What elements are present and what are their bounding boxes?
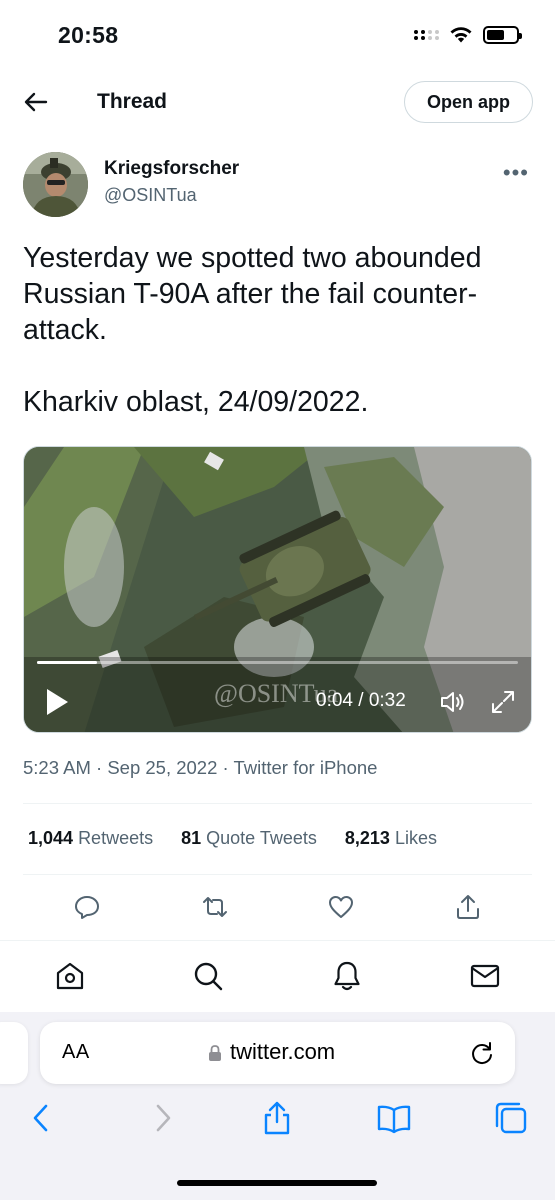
- video-progress-track[interactable]: [37, 661, 518, 664]
- fullscreen-icon[interactable]: [490, 689, 516, 715]
- reader-settings-button[interactable]: AA: [62, 1041, 90, 1064]
- back-arrow-icon[interactable]: [22, 88, 50, 116]
- video-time: 0:04 / 0:32: [316, 690, 406, 711]
- bookmarks-icon[interactable]: [376, 1100, 412, 1136]
- status-icons: [414, 26, 522, 44]
- battery-icon: [483, 26, 522, 44]
- share-icon[interactable]: [259, 1100, 295, 1136]
- notifications-icon[interactable]: [331, 960, 363, 992]
- play-icon[interactable]: [44, 687, 70, 717]
- tweet-stats: 1,044 Retweets 81 Quote Tweets 8,213 Lik…: [28, 828, 437, 849]
- tweet-paragraph: Yesterday we spotted two abounded Russia…: [23, 242, 482, 346]
- divider: [23, 803, 532, 804]
- previous-tab-card[interactable]: [0, 1022, 28, 1084]
- home-indicator: [177, 1180, 377, 1186]
- more-options-icon[interactable]: •••: [503, 160, 529, 186]
- retweets-stat[interactable]: 1,044 Retweets: [28, 828, 153, 849]
- quote-tweets-stat[interactable]: 81 Quote Tweets: [181, 828, 317, 849]
- tweet-text: Yesterday we spotted two abounded Russia…: [23, 240, 543, 420]
- tweet-author: Kriegsforscher @OSINTua •••: [23, 152, 533, 218]
- status-time: 20:58: [58, 22, 119, 48]
- page-title: Thread: [97, 90, 168, 113]
- author-name[interactable]: Kriegsforscher: [104, 158, 239, 180]
- lock-icon: [209, 1045, 221, 1061]
- avatar[interactable]: [23, 152, 88, 217]
- status-bar: 20:58: [0, 0, 555, 72]
- tweet-actions: [0, 893, 555, 923]
- retweet-icon[interactable]: [201, 893, 229, 921]
- video-progress-fill: [37, 661, 98, 664]
- cellular-signal-icon: [414, 30, 439, 40]
- author-handle[interactable]: @OSINTua: [104, 185, 197, 206]
- safari-toolbar: AA twitter.com: [0, 1012, 555, 1200]
- app-tab-bar: [0, 940, 555, 1012]
- volume-icon[interactable]: [439, 690, 467, 714]
- tweet-paragraph: Kharkiv oblast, 24/09/2022.: [23, 386, 369, 418]
- video-player[interactable]: @OSINTua 0:04 / 0:32: [23, 446, 532, 733]
- likes-stat[interactable]: 8,213 Likes: [345, 828, 437, 849]
- thread-header: Thread Open app: [0, 78, 555, 128]
- home-icon[interactable]: [54, 960, 86, 992]
- search-icon[interactable]: [192, 960, 224, 992]
- forward-icon[interactable]: [144, 1100, 180, 1136]
- share-icon[interactable]: [454, 893, 482, 921]
- reload-icon[interactable]: [469, 1040, 495, 1066]
- wifi-icon: [450, 27, 472, 43]
- address-bar[interactable]: AA twitter.com: [40, 1022, 515, 1084]
- tweet-timestamp[interactable]: 5:23 AM · Sep 25, 2022 · Twitter for iPh…: [23, 757, 377, 779]
- reply-icon[interactable]: [73, 893, 101, 921]
- back-icon[interactable]: [24, 1100, 60, 1136]
- open-app-button[interactable]: Open app: [404, 81, 533, 123]
- divider: [23, 874, 532, 875]
- like-icon[interactable]: [327, 893, 355, 921]
- messages-icon[interactable]: [469, 960, 501, 992]
- tabs-icon[interactable]: [493, 1100, 529, 1136]
- url-text[interactable]: twitter.com: [230, 1039, 335, 1065]
